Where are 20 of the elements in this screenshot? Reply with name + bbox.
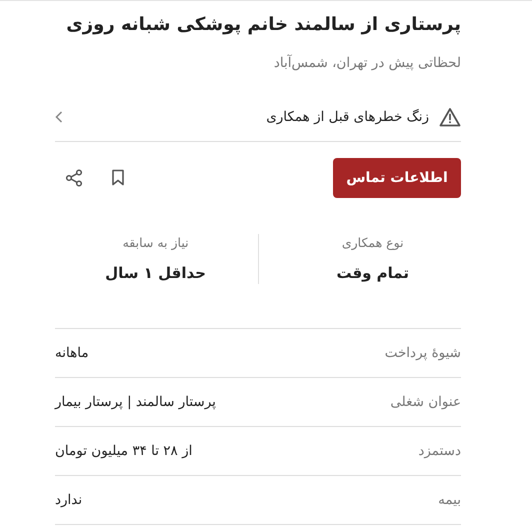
detail-value: پرستار سالمند | پرستار بیمار (55, 394, 216, 410)
detail-label: شیوهٔ پرداخت (384, 345, 461, 361)
detail-value: ندارد (55, 492, 82, 508)
warning-icon (439, 107, 461, 127)
bookmark-icon[interactable] (111, 169, 125, 187)
contact-info-button[interactable]: اطلاعات تماس (333, 158, 461, 198)
posted-time-location: لحظاتی پیش در تهران، شمس‌آباد (272, 54, 461, 73)
chevron-left-icon[interactable] (55, 111, 63, 123)
detail-label: عنوان شغلی (390, 394, 461, 410)
detail-value: از ۲۸ تا ۳۴ میلیون تومان (55, 443, 192, 459)
share-icon[interactable] (65, 169, 83, 187)
job-title: پرستاری از سالمند خانم پوشکی شبانه روزی (65, 13, 461, 37)
detail-label: بیمه (438, 492, 461, 508)
stat-value: حداقل ۱ سال (105, 263, 206, 284)
stat-label: نیاز به سابقه (122, 234, 189, 252)
stat-value: تمام وقت (336, 263, 409, 284)
detail-value: ماهانه (55, 345, 89, 361)
detail-label: دستمزد (418, 443, 461, 459)
stat-label: نوع همکاری (342, 234, 404, 252)
warning-link[interactable]: زنگ خطرهای قبل از همکاری (73, 109, 429, 125)
